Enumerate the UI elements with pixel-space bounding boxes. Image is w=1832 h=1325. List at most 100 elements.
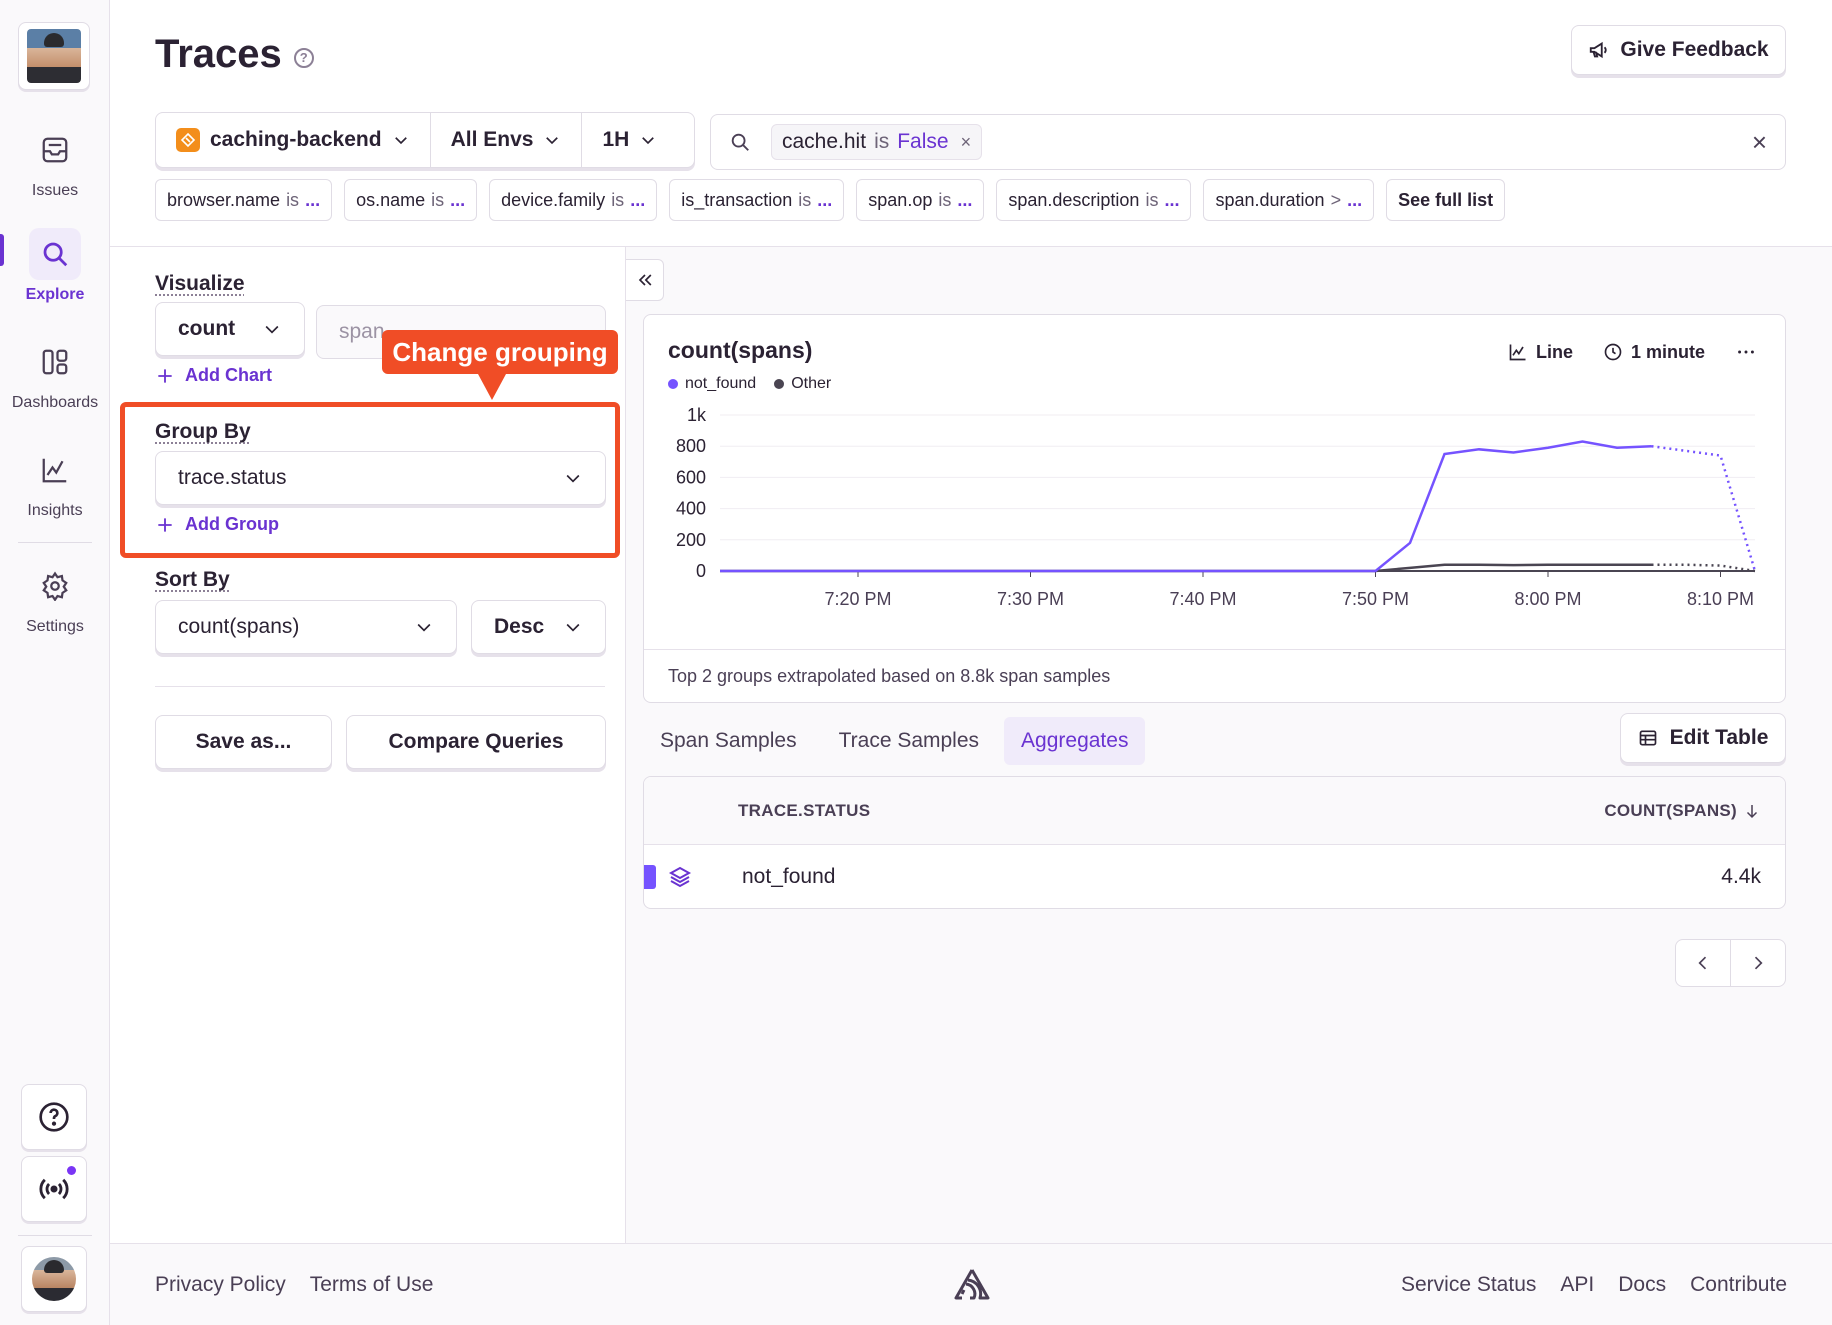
x-tick-label: 7:50 PM bbox=[1342, 589, 1409, 609]
chip-value: ... bbox=[305, 189, 321, 210]
remove-token-icon[interactable]: × bbox=[961, 132, 972, 153]
tab-span-samples[interactable]: Span Samples bbox=[643, 717, 814, 765]
series-color-swatch bbox=[644, 865, 656, 889]
sidebar-item-explore[interactable]: Explore bbox=[0, 228, 110, 304]
chip-value: ... bbox=[450, 189, 466, 210]
save-as-button[interactable]: Save as... bbox=[155, 715, 332, 769]
date-range-selector[interactable]: 1H bbox=[582, 113, 677, 167]
next-page-button[interactable] bbox=[1731, 940, 1785, 986]
user-menu-button[interactable] bbox=[21, 1246, 87, 1312]
table-icon bbox=[1639, 730, 1656, 746]
sort-by-select[interactable]: count(spans) bbox=[155, 600, 457, 654]
legend-item[interactable]: not_found bbox=[668, 375, 756, 393]
clear-search-icon[interactable]: × bbox=[1752, 127, 1767, 158]
aggregate-function-select[interactable]: count bbox=[155, 302, 305, 356]
aggregates-table: TRACE.STATUS COUNT(SPANS) not_found 4.4k bbox=[643, 776, 1786, 909]
broadcast-button[interactable] bbox=[21, 1156, 87, 1222]
suggested-filter-chip[interactable]: span.description is... bbox=[996, 179, 1192, 221]
chip-key: os.name bbox=[356, 189, 426, 210]
sidebar-item-label: Issues bbox=[31, 182, 79, 199]
privacy-policy-link[interactable]: Privacy Policy bbox=[155, 1273, 286, 1297]
sort-direction-select[interactable]: Desc bbox=[471, 600, 606, 654]
legend-item[interactable]: Other bbox=[774, 375, 831, 393]
column-header-trace-status[interactable]: TRACE.STATUS bbox=[738, 801, 870, 821]
chevron-down-icon bbox=[546, 137, 559, 145]
chevron-down-icon bbox=[265, 325, 279, 334]
docs-link[interactable]: Docs bbox=[1618, 1273, 1666, 1297]
chart-title: count(spans) bbox=[668, 337, 813, 363]
sort-direction-value: Desc bbox=[494, 615, 545, 638]
tab-aggregates[interactable]: Aggregates bbox=[1004, 717, 1146, 765]
sidebar-item-dashboards[interactable]: Dashboards bbox=[0, 336, 110, 412]
gear-icon bbox=[29, 560, 81, 612]
project-selector[interactable]: caching-backend bbox=[156, 113, 431, 167]
sentry-logo-icon bbox=[952, 1266, 992, 1308]
tab-trace-samples[interactable]: Trace Samples bbox=[822, 717, 996, 765]
org-avatar[interactable] bbox=[18, 22, 90, 90]
user-avatar bbox=[32, 1257, 76, 1301]
chip-key: is_transaction bbox=[681, 189, 793, 210]
search-filter-token[interactable]: cache.hit is False × bbox=[771, 124, 983, 160]
y-tick-label: 1k bbox=[687, 405, 707, 425]
token-operator[interactable]: is bbox=[874, 130, 889, 154]
suggested-filter-chip[interactable]: device.family is... bbox=[489, 179, 658, 221]
suggested-filter-chip[interactable]: span.duration >... bbox=[1203, 179, 1375, 221]
table-row[interactable]: not_found 4.4k bbox=[644, 845, 1785, 908]
sidebar-item-label: Explore bbox=[25, 286, 85, 303]
chart-more-button[interactable] bbox=[1735, 341, 1757, 363]
service-status-link[interactable]: Service Status bbox=[1401, 1273, 1536, 1297]
search-icon bbox=[731, 133, 749, 151]
collapse-sidebar-button[interactable] bbox=[626, 259, 664, 301]
chip-operator: is bbox=[611, 189, 625, 210]
suggested-filter-chip[interactable]: is_transaction is... bbox=[669, 179, 845, 221]
stack-icon[interactable] bbox=[668, 865, 692, 895]
chevron-down-icon bbox=[394, 137, 407, 145]
plus-icon bbox=[158, 368, 172, 383]
date-range-label: 1H bbox=[602, 128, 630, 151]
chip-value: ... bbox=[630, 189, 646, 210]
interval-button[interactable]: 1 minute bbox=[1603, 342, 1705, 363]
chart-controls: Line 1 minute bbox=[1508, 341, 1757, 363]
legend-label: not_found bbox=[685, 375, 757, 392]
x-tick-label: 8:10 PM bbox=[1687, 589, 1754, 609]
add-chart-label: Add Chart bbox=[185, 365, 272, 385]
column-header-count[interactable]: COUNT(SPANS) bbox=[1604, 801, 1761, 821]
controls-divider bbox=[155, 686, 605, 687]
token-value[interactable]: False bbox=[897, 130, 948, 154]
chip-operator: is bbox=[1145, 189, 1159, 210]
sidebar-item-issues[interactable]: Issues bbox=[0, 124, 110, 200]
chip-key: span.duration bbox=[1215, 189, 1325, 210]
chevron-left-icon bbox=[1698, 956, 1707, 970]
edit-table-button[interactable]: Edit Table bbox=[1620, 713, 1786, 763]
chip-operator: > bbox=[1330, 189, 1342, 210]
terms-of-use-link[interactable]: Terms of Use bbox=[310, 1273, 434, 1297]
broadcast-icon bbox=[39, 1178, 69, 1200]
suggested-filter-chip[interactable]: os.name is... bbox=[344, 179, 478, 221]
api-link[interactable]: API bbox=[1560, 1273, 1594, 1297]
give-feedback-button[interactable]: Give Feedback bbox=[1571, 25, 1786, 75]
add-chart-button[interactable]: Add Chart bbox=[155, 365, 272, 386]
help-icon[interactable]: ? bbox=[293, 47, 314, 68]
contribute-link[interactable]: Contribute bbox=[1690, 1273, 1787, 1297]
suggested-filter-chip[interactable]: span.op is... bbox=[856, 179, 985, 221]
chevron-right-icon bbox=[1754, 956, 1763, 970]
legend-label: Other bbox=[791, 375, 832, 392]
chart-type-button[interactable]: Line bbox=[1508, 342, 1573, 363]
token-key[interactable]: cache.hit bbox=[782, 130, 866, 154]
sidebar-item-insights[interactable]: Insights bbox=[0, 444, 110, 520]
search-query-bar[interactable]: cache.hit is False × × bbox=[710, 114, 1786, 170]
see-full-list-button[interactable]: See full list bbox=[1386, 179, 1506, 221]
compare-queries-button[interactable]: Compare Queries bbox=[346, 715, 606, 769]
chip-key: device.family bbox=[501, 189, 606, 210]
environment-selector[interactable]: All Envs bbox=[431, 113, 583, 167]
chip-value: ... bbox=[1347, 189, 1363, 210]
help-icon bbox=[39, 1102, 69, 1132]
line-chart-icon bbox=[1509, 344, 1526, 361]
help-button[interactable] bbox=[21, 1084, 87, 1150]
previous-page-button[interactable] bbox=[1676, 940, 1731, 986]
sidebar-item-label: Insights bbox=[27, 502, 83, 519]
suggested-filter-chip[interactable]: browser.name is... bbox=[155, 179, 333, 221]
search-icon bbox=[29, 228, 81, 280]
sidebar-item-settings[interactable]: Settings bbox=[0, 560, 110, 636]
page-title: Traces ? bbox=[155, 32, 314, 77]
